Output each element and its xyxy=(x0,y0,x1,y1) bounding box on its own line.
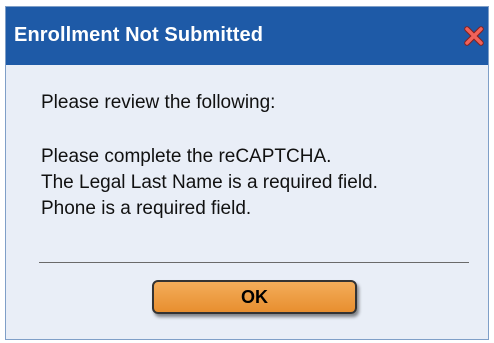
ok-button[interactable]: OK xyxy=(152,280,357,314)
error-item: Phone is a required field. xyxy=(41,198,252,219)
error-list: Please complete the reCAPTCHA. The Legal… xyxy=(41,145,378,223)
divider xyxy=(39,262,469,263)
enrollment-dialog: Enrollment Not Submitted Please review t… xyxy=(5,6,489,340)
error-item: Please complete the reCAPTCHA. xyxy=(41,146,332,167)
dialog-title: Enrollment Not Submitted xyxy=(14,24,264,46)
dialog-titlebar[interactable]: Enrollment Not Submitted xyxy=(6,7,488,65)
dialog-body: Please review the following: Please comp… xyxy=(6,65,488,339)
close-x-icon[interactable] xyxy=(463,25,485,47)
intro-text: Please review the following: xyxy=(41,92,276,113)
error-item: The Legal Last Name is a required field. xyxy=(41,172,378,193)
